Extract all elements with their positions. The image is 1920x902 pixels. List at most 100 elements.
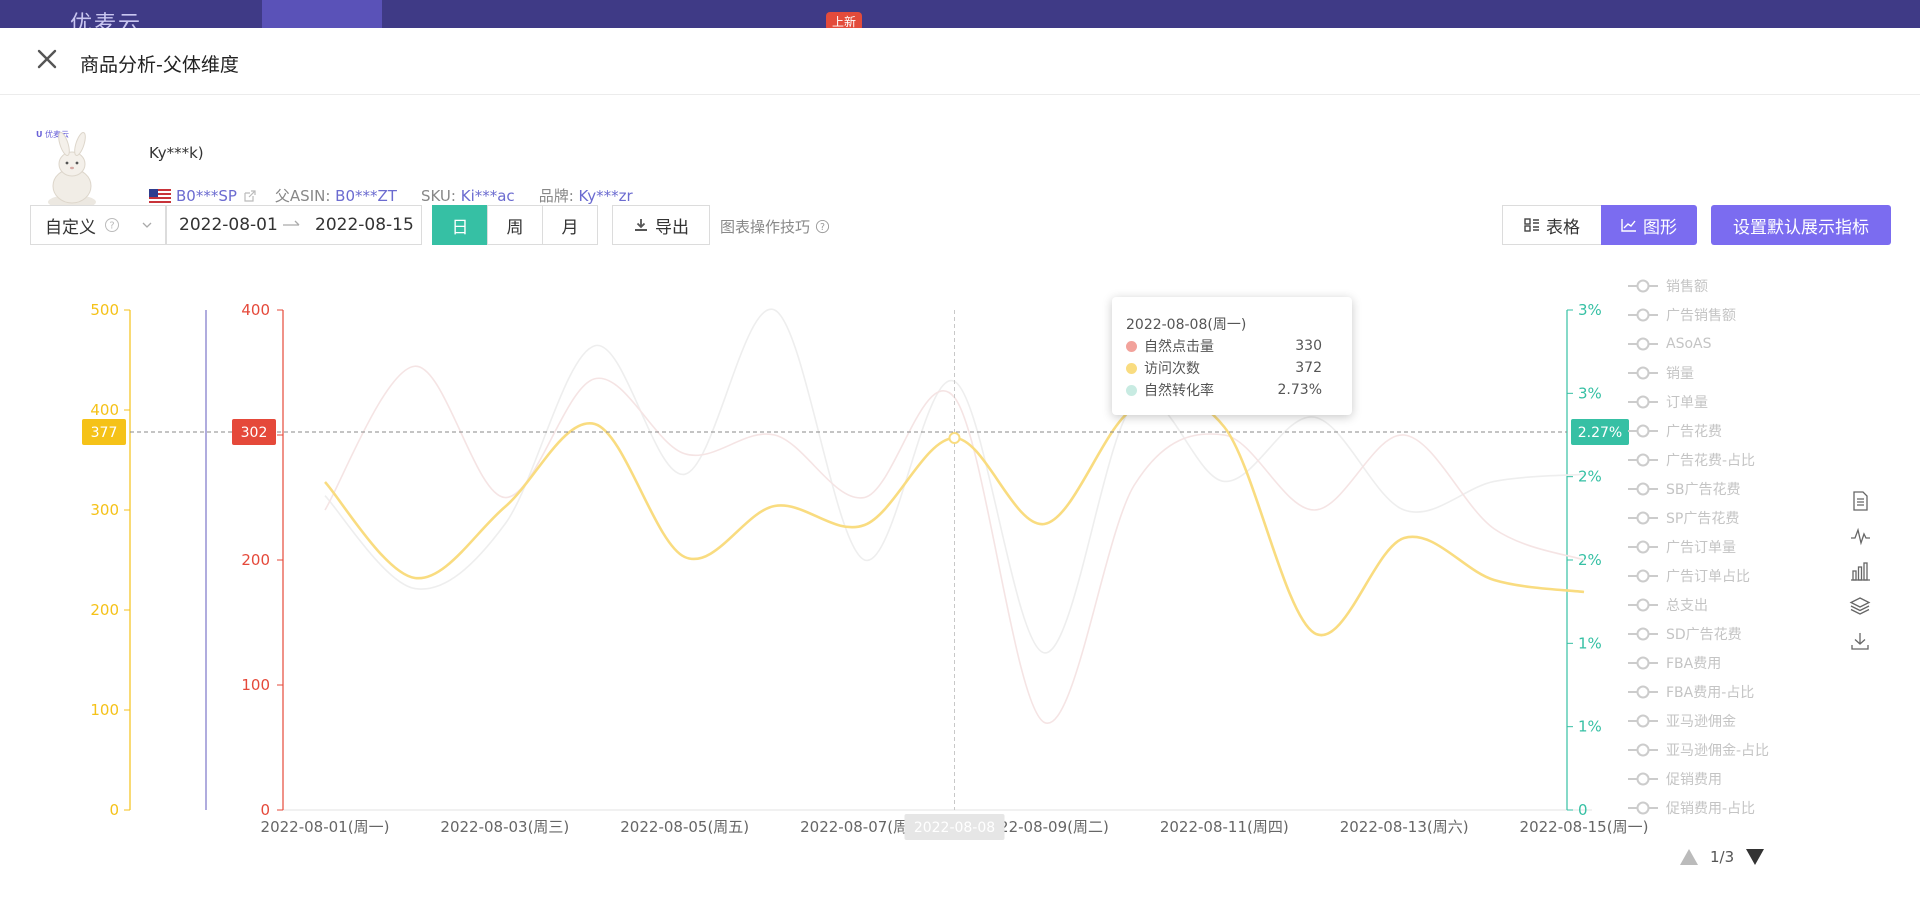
legend-marker-icon [1628,279,1658,292]
legend-item[interactable]: 亚马逊佣金-占比 [1628,735,1798,764]
legend-item[interactable]: 广告订单占比 [1628,561,1798,590]
legend-marker-icon [1628,656,1658,669]
legend-item[interactable]: FBA费用-占比 [1628,677,1798,706]
y-tick-label: 300 [90,501,119,519]
y-tick-label: 0 [260,801,270,819]
triangle-down-icon[interactable] [1744,847,1766,867]
tooltip-row: 自然转化率 2.73% [1126,380,1322,400]
legend-marker-icon [1628,453,1658,466]
legend-marker-icon [1628,801,1658,814]
y-tick-label: 100 [90,701,119,719]
legend-marker-icon [1628,627,1658,640]
legend-item-label: FBA费用-占比 [1666,684,1755,701]
legend-page-indicator: 1/3 [1710,848,1735,866]
legend-item-label: 销量 [1666,365,1694,382]
legend-marker-icon [1628,540,1658,553]
x-tick-label: 2022-08-01(周一) [261,818,390,836]
highlight-point [948,432,961,444]
x-tick-label: 2022-08-05(周五) [620,818,749,836]
legend-item-label: 广告花费 [1666,423,1722,440]
axis-pointer-x-label: 2022-08-08 [914,820,995,836]
tooltip-dot [1126,340,1137,352]
y-tick-label: 0 [109,801,119,819]
legend-item[interactable]: 销量 [1628,358,1798,387]
legend-item-label: SP广告花费 [1666,510,1740,527]
x-tick-label: 2022-08-11(周四) [1160,818,1289,836]
legend-item[interactable]: ASoAS [1628,329,1798,358]
legend-item-label: 促销费用 [1666,771,1722,788]
legend-item[interactable]: 亚马逊佣金 [1628,706,1798,735]
legend-item-label: 亚马逊佣金 [1666,713,1736,730]
legend-item-label: 亚马逊佣金-占比 [1666,742,1770,759]
x-tick-label: 2022-08-13(周六) [1340,818,1469,836]
tooltip-row-value: 330 [1295,338,1322,354]
chart-toolbox [1849,490,1873,665]
legend-item[interactable]: 促销费用 [1628,764,1798,793]
tooltip-row: 访问次数 372 [1126,358,1322,378]
legend-item-label: 广告订单占比 [1666,568,1750,585]
legend-item-label: 销售额 [1666,278,1708,295]
legend-marker-icon [1628,511,1658,524]
axis-pointer-right-label: 2.27% [1578,425,1622,441]
tooltip-row-value: 2.73% [1277,382,1322,398]
stack-icon[interactable] [1849,595,1871,617]
legend-marker-icon [1628,569,1658,582]
legend-item-label: 总支出 [1666,597,1708,614]
legend-item[interactable]: 促销费用-占比 [1628,793,1798,822]
y-tick-label: 1% [1578,718,1602,736]
tooltip-row-name: 访问次数 [1144,361,1200,377]
legend-item-label: ASoAS [1666,335,1712,352]
tooltip-row: 自然点击量 330 [1126,336,1322,356]
legend-marker-icon [1628,424,1658,437]
legend-item-label: 订单量 [1666,394,1708,411]
legend-marker-icon [1628,685,1658,698]
legend-item-label: FBA费用 [1666,655,1722,672]
y-tick-label: 2% [1578,468,1602,486]
y-tick-label: 400 [90,401,119,419]
legend-item[interactable]: 广告花费 [1628,416,1798,445]
y-tick-label: 100 [241,676,270,694]
legend-item[interactable]: 广告销售额 [1628,300,1798,329]
y-tick-label: 0 [1578,801,1588,819]
legend-item[interactable]: 广告订单量 [1628,532,1798,561]
chart-legend: 销售额广告销售额 ASoAS 销量订单量广告花费广告花费-占比 SB广告花费 SP广告花… [1628,271,1798,831]
legend-marker-icon [1628,482,1658,495]
legend-marker-icon [1628,366,1658,379]
legend-marker-icon [1628,308,1658,321]
legend-item-label: 广告销售额 [1666,307,1736,324]
y-tick-label: 500 [90,301,119,319]
legend-pager: 1/3 [1678,847,1766,867]
legend-item-label: 促销费用-占比 [1666,800,1756,817]
triangle-up-icon[interactable] [1678,847,1700,867]
tooltip-date: 2022-08-08(周一) [1126,317,1247,333]
y-tick-label: 200 [241,551,270,569]
data-view-icon[interactable] [1849,490,1871,512]
y-tick-label: 400 [241,301,270,319]
legend-item[interactable]: FBA费用 [1628,648,1798,677]
tooltip-dot [1126,384,1137,396]
tooltip-row-value: 372 [1295,360,1322,376]
legend-item[interactable]: 销售额 [1628,271,1798,300]
bar-type-icon[interactable] [1849,560,1871,582]
legend-item-label: 广告花费-占比 [1666,452,1756,469]
axis-pointer-yellow-label: 377 [91,425,118,441]
line-type-icon[interactable] [1849,525,1871,547]
tooltip-dot [1126,362,1137,374]
tooltip-row-name: 自然点击量 [1144,339,1214,355]
y-tick-label: 1% [1578,634,1602,652]
legend-item[interactable]: SD广告花费 [1628,619,1798,648]
chart-tooltip: 2022-08-08(周一) 自然点击量 330 访问次数 372 自然转化率 … [1112,297,1352,415]
legend-item[interactable]: 订单量 [1628,387,1798,416]
legend-item[interactable]: 总支出 [1628,590,1798,619]
legend-marker-icon [1628,743,1658,756]
legend-item[interactable]: 广告花费-占比 [1628,445,1798,474]
x-tick-label: 2022-08-03(周三) [440,818,569,836]
save-image-icon[interactable] [1849,630,1871,652]
y-tick-label: 3% [1578,301,1602,319]
legend-marker-icon [1628,772,1658,785]
legend-item[interactable]: SB广告花费 [1628,474,1798,503]
legend-item-label: SB广告花费 [1666,481,1741,498]
legend-item[interactable]: SP广告花费 [1628,503,1798,532]
axis-pointer-red-label: 302 [241,425,268,441]
y-tick-label: 200 [90,601,119,619]
